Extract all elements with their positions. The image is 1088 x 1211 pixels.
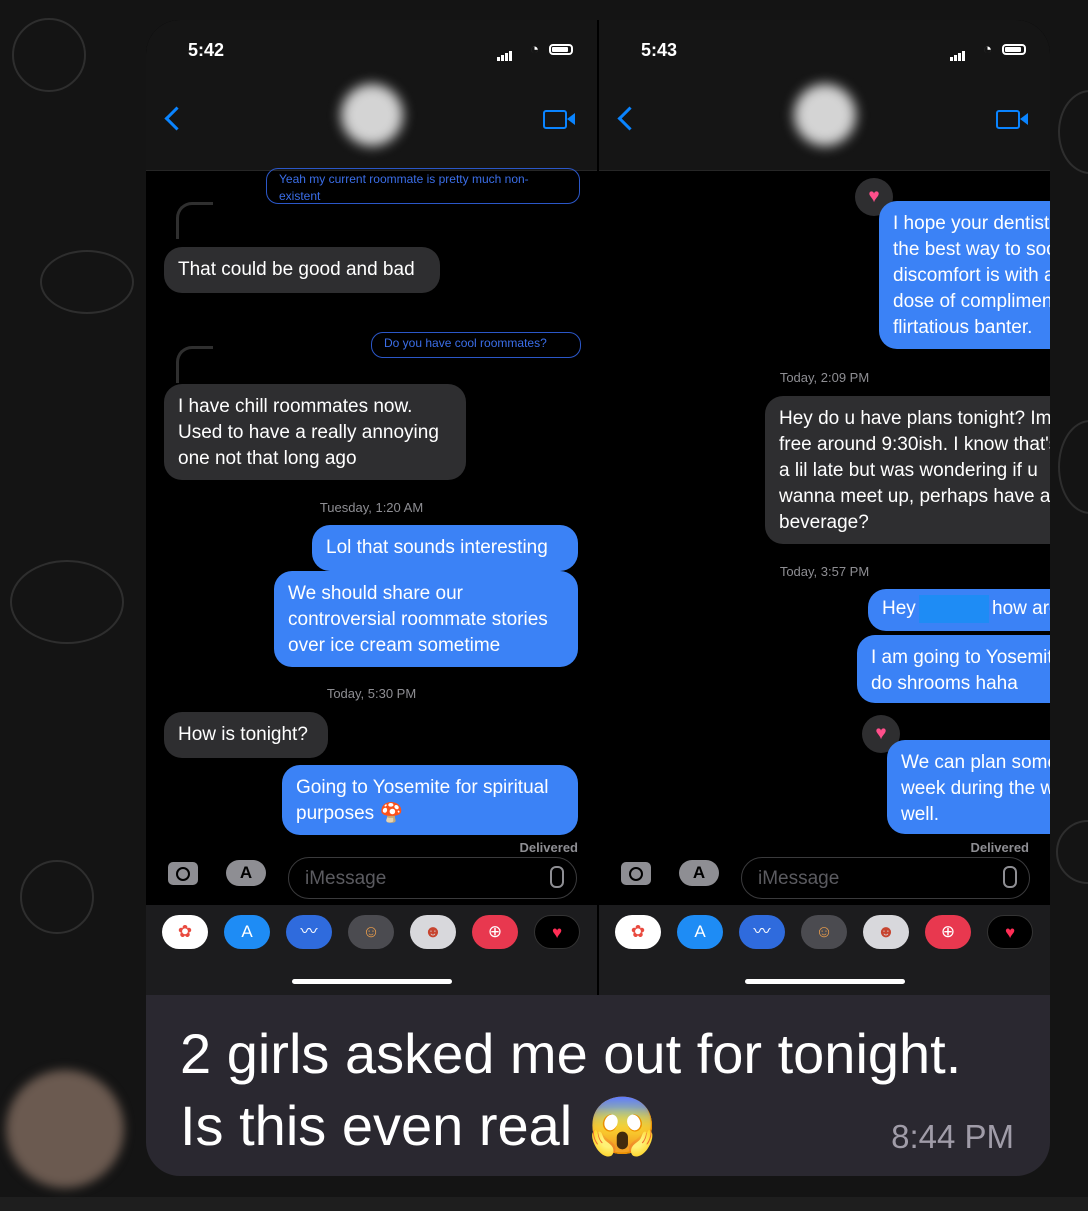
microphone-icon[interactable] [1003,866,1017,888]
background-doodle [12,18,86,92]
status-time: 5:42 [188,40,225,60]
message-bubble-received: I have chill roommates now. Used to have… [164,384,466,480]
background-doodle [20,860,94,934]
background-doodle [40,250,134,314]
photos-icon[interactable]: ✿ [162,915,208,949]
background-doodle [10,560,124,644]
photos-icon[interactable]: ✿ [615,915,661,949]
message-bubble-received: How is tonight? [164,712,328,758]
input-placeholder: iMessage [758,868,840,889]
timestamp: Today, 2:09 PM [779,370,870,385]
message-bubble-sent: Going to Yosemite for spiritual purposes… [282,765,578,835]
quoted-message: Yeah my current roommate is pretty much … [266,168,580,204]
redacted-name [919,595,989,623]
app-drawer: ✿ A 〰 ☺ ☻ ⊕ ♥ [146,905,597,995]
status-time: 5:43 [641,40,678,60]
message-time: 8:44 PM [891,1118,1014,1155]
caption-line: 2 girls asked me out for tonight. [180,1022,962,1085]
caption-line: Is this even real 😱 [180,1094,658,1157]
message-bubble-sent: I hope your dentist knows that the best … [879,201,1050,349]
chat-thread: ♥ I hope your dentist knows that the bes… [599,170,1050,855]
reply-connector [176,346,213,383]
audio-message-icon[interactable]: 〰 [739,915,785,949]
screenshots-collage: 5:42 ◔ Yeah my current roommate is prett… [146,20,1050,995]
message-caption: 2 girls asked me out for tonight. Is thi… [180,1018,961,1162]
message-bubble-sent: Lol that sounds interesting [312,525,578,571]
audio-message-icon[interactable]: 〰 [286,915,332,949]
chat-thread: Yeah my current roommate is pretty much … [146,168,597,855]
app-drawer: ✿ A 〰 ☺ ☻ ⊕ ♥ [599,905,1050,995]
wifi-icon: ◔ [982,41,992,58]
image-search-icon[interactable]: ⊕ [925,915,971,949]
memoji-icon[interactable]: ☺ [348,915,394,949]
telegram-message-bubble: 5:42 ◔ Yeah my current roommate is prett… [146,20,1050,1176]
message-bubble-sent: We can plan something next week during t… [887,740,1050,834]
camera-icon[interactable] [621,862,651,885]
video-call-icon[interactable] [543,110,575,129]
message-bubble-sent: Hey how are you doing? [868,589,1050,631]
signal-icon [950,43,966,61]
timestamp: Tuesday, 1:20 AM [319,500,424,515]
conversation-header [599,80,1050,171]
message-bubble-received: Hey do u have plans tonight? Im free aro… [765,396,1050,544]
message-text: how are you doing? [992,598,1050,619]
background-doodle [1058,90,1088,174]
camera-icon[interactable] [168,862,198,885]
status-bar: 5:43 ◔ [599,20,1050,80]
quoted-message: Do you have cool roommates? [371,332,581,358]
video-call-icon[interactable] [996,110,1028,129]
bottom-strip [0,1197,1088,1211]
contact-avatar[interactable] [340,84,403,146]
signal-icon [497,43,513,61]
home-indicator [291,979,452,984]
back-icon[interactable] [617,106,642,131]
battery-icon [1002,44,1026,55]
message-bubble-sent: We should share our controversial roomma… [274,571,578,667]
memoji-stickers-icon[interactable]: ☻ [863,915,909,949]
compose-bar: A iMessage [146,850,597,900]
wifi-icon: ◔ [529,41,539,58]
imessage-input[interactable]: iMessage [288,857,577,899]
contact-avatar[interactable] [793,84,856,146]
microphone-icon[interactable] [550,866,564,888]
battery-icon [549,44,573,55]
timestamp: Today, 3:57 PM [779,564,870,579]
imessage-input[interactable]: iMessage [741,857,1030,899]
message-bubble-received: That could be good and bad [164,247,440,293]
message-bubble-sent: I am going to Yosemite tonight to do shr… [857,635,1050,703]
timestamp: Today, 5:30 PM [326,686,417,701]
conversation-header [146,80,597,171]
app-store-icon[interactable]: A [224,915,270,949]
apps-icon[interactable]: A [226,860,266,886]
input-placeholder: iMessage [305,868,387,889]
compose-bar: A iMessage [599,850,1050,900]
apps-icon[interactable]: A [679,860,719,886]
back-icon[interactable] [164,106,189,131]
digital-touch-icon[interactable]: ♥ [534,915,580,949]
message-text: Hey [882,598,916,619]
digital-touch-icon[interactable]: ♥ [987,915,1033,949]
memoji-icon[interactable]: ☺ [801,915,847,949]
image-search-icon[interactable]: ⊕ [472,915,518,949]
reply-connector [176,202,213,239]
sender-avatar[interactable] [6,1070,124,1188]
app-store-icon[interactable]: A [677,915,723,949]
home-indicator [744,979,905,984]
left-imessage-screenshot: 5:42 ◔ Yeah my current roommate is prett… [146,20,597,995]
right-imessage-screenshot: 5:43 ◔ ♥ I hope your dentist knows that … [599,20,1050,995]
background-doodle [1056,820,1088,884]
memoji-stickers-icon[interactable]: ☻ [410,915,456,949]
status-bar: 5:42 ◔ [146,20,597,80]
background-doodle [1058,420,1088,514]
